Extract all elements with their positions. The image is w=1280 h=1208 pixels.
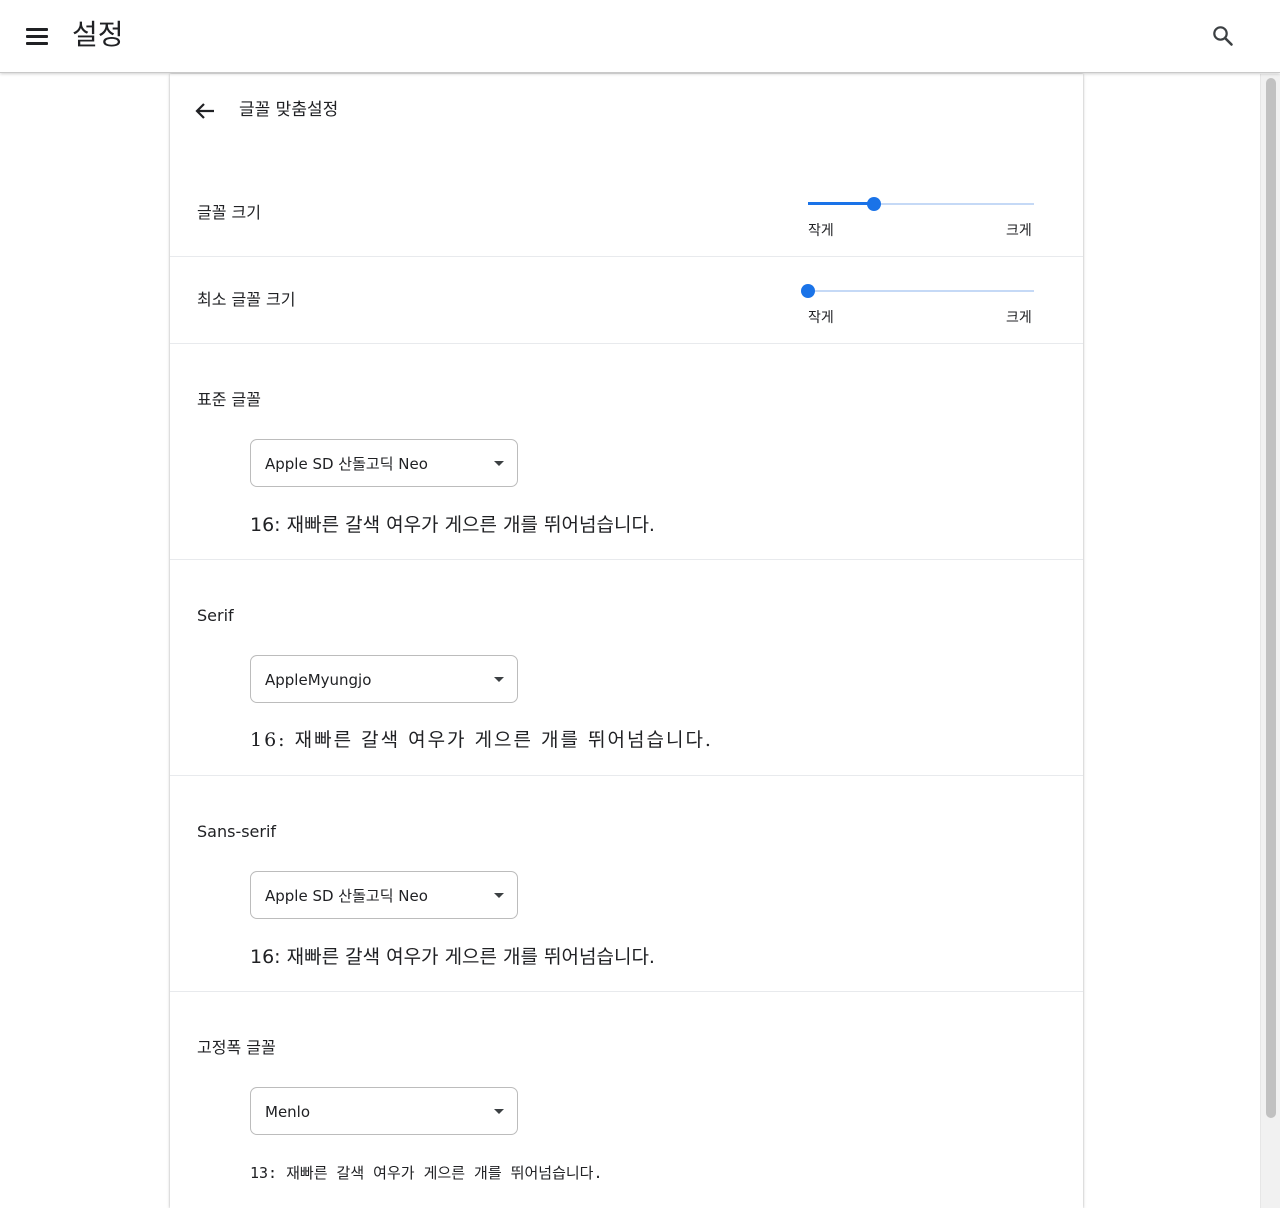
font-settings-card: 글꼴 맞춤설정 글꼴 크기 작게 크게 최소 글꼴 크기 작게 크게 표준 글꼴… <box>170 74 1083 1208</box>
minimum-font-size-label: 최소 글꼴 크기 <box>197 290 296 309</box>
subpage-title: 글꼴 맞춤설정 <box>239 100 339 120</box>
sans-serif-font-selected: Apple SD 산돌고딕 Neo <box>265 887 428 905</box>
font-size-min-label: 작게 <box>808 223 834 239</box>
minimum-font-size-row: 최소 글꼴 크기 작게 크게 <box>170 257 1083 344</box>
menu-icon[interactable] <box>22 22 52 52</box>
subpage-header: 글꼴 맞춤설정 <box>170 74 1083 148</box>
minimum-font-size-min-label: 작게 <box>808 310 834 326</box>
serif-font-sample: 16: 재빠른 갈색 여우가 게으른 개를 뛰어넘습니다. <box>250 729 713 751</box>
sans-serif-font-section: Sans-serif Apple SD 산돌고딕 Neo 16: 재빠른 갈색 … <box>170 776 1083 992</box>
page-title: 설정 <box>72 18 124 51</box>
dropdown-arrow-icon <box>494 677 504 682</box>
fixed-width-font-label: 고정폭 글꼴 <box>197 1038 276 1057</box>
dropdown-arrow-icon <box>494 893 504 898</box>
slider-fill <box>808 202 874 205</box>
serif-font-section: Serif AppleMyungjo 16: 재빠른 갈색 여우가 게으른 개를… <box>170 560 1083 776</box>
minimum-font-size-slider[interactable] <box>801 281 1034 301</box>
search-icon[interactable] <box>1208 21 1238 51</box>
page-scrollbar[interactable] <box>1260 74 1280 1208</box>
sans-serif-font-select[interactable]: Apple SD 산돌고딕 Neo <box>250 871 518 919</box>
settings-toolbar: 설정 <box>0 0 1280 73</box>
fixed-width-font-sample: 13: 재빠른 갈색 여우가 게으른 개를 뛰어넘습니다. <box>250 1164 603 1182</box>
font-size-label: 글꼴 크기 <box>197 203 261 222</box>
slider-knob[interactable] <box>867 197 881 211</box>
slider-track <box>808 290 1034 292</box>
font-size-max-label: 크게 <box>1006 223 1032 239</box>
fixed-width-font-selected: Menlo <box>265 1103 311 1121</box>
font-size-row: 글꼴 크기 작게 크게 <box>170 170 1083 257</box>
arrow-back-icon[interactable] <box>190 96 220 126</box>
sans-serif-font-sample: 16: 재빠른 갈색 여우가 게으른 개를 뛰어넘습니다. <box>250 946 655 968</box>
dropdown-arrow-icon <box>494 1109 504 1114</box>
standard-font-sample: 16: 재빠른 갈색 여우가 게으른 개를 뛰어넘습니다. <box>250 514 655 536</box>
serif-font-select[interactable]: AppleMyungjo <box>250 655 518 703</box>
scrollbar-thumb[interactable] <box>1266 78 1276 1118</box>
standard-font-section: 표준 글꼴 Apple SD 산돌고딕 Neo 16: 재빠른 갈색 여우가 게… <box>170 344 1083 560</box>
font-size-slider[interactable] <box>808 194 1034 214</box>
slider-knob[interactable] <box>801 284 815 298</box>
serif-font-selected: AppleMyungjo <box>265 671 372 689</box>
standard-font-select[interactable]: Apple SD 산돌고딕 Neo <box>250 439 518 487</box>
standard-font-label: 표준 글꼴 <box>197 390 261 409</box>
dropdown-arrow-icon <box>494 461 504 466</box>
fixed-width-font-section: 고정폭 글꼴 Menlo 13: 재빠른 갈색 여우가 게으른 개를 뛰어넘습니… <box>170 992 1083 1208</box>
fixed-width-font-select[interactable]: Menlo <box>250 1087 518 1135</box>
serif-font-label: Serif <box>197 606 234 625</box>
standard-font-selected: Apple SD 산돌고딕 Neo <box>265 455 428 473</box>
minimum-font-size-max-label: 크게 <box>1006 310 1032 326</box>
sans-serif-font-label: Sans-serif <box>197 822 277 841</box>
